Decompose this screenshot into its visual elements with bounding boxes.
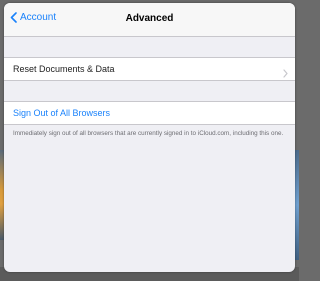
navigation-bar: Account Advanced xyxy=(4,3,295,37)
sign-out-all-browsers-button[interactable]: Sign Out of All Browsers xyxy=(4,101,295,125)
reset-documents-row[interactable]: Reset Documents & Data xyxy=(4,57,295,81)
chevron-right-icon xyxy=(283,65,288,83)
sign-out-description: Immediately sign out of all browsers tha… xyxy=(13,130,284,137)
page-title: Advanced xyxy=(125,13,174,24)
sign-out-all-browsers-label: Sign Out of All Browsers xyxy=(13,108,111,118)
reset-documents-label: Reset Documents & Data xyxy=(13,64,115,74)
advanced-settings-sheet: Account Advanced Reset Documents & Data … xyxy=(4,3,295,272)
